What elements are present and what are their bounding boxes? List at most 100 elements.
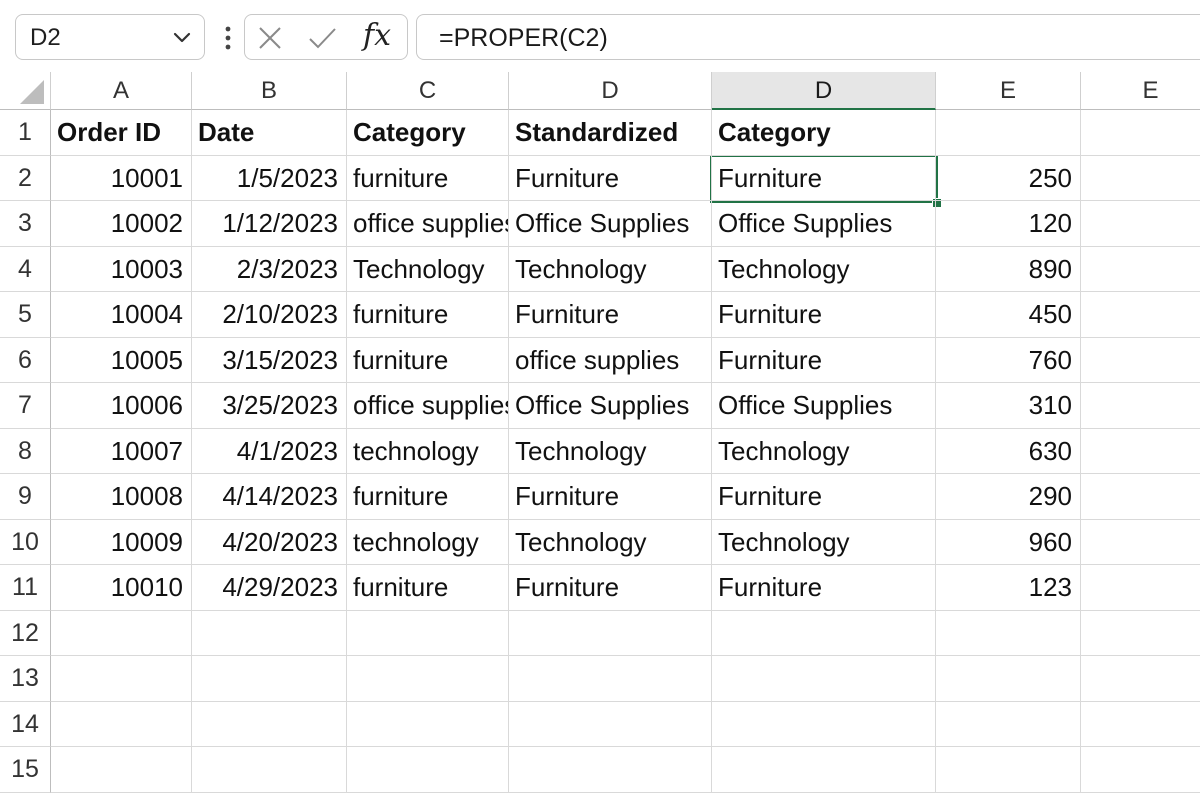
cell[interactable]: Office Supplies [509, 383, 712, 429]
row-header[interactable]: 5 [0, 292, 51, 338]
cell[interactable] [936, 110, 1081, 156]
cell[interactable] [509, 610, 712, 656]
cell[interactable]: Standardized [509, 110, 712, 156]
cell[interactable] [51, 747, 192, 793]
cell[interactable] [192, 610, 347, 656]
row-header[interactable]: 3 [0, 201, 51, 247]
cell[interactable]: Furniture [712, 474, 936, 520]
column-header[interactable]: E [936, 72, 1081, 110]
cell[interactable]: Category [347, 110, 509, 156]
cell[interactable]: Furniture [712, 565, 936, 611]
row-header[interactable]: 2 [0, 155, 51, 201]
cell[interactable]: 1/12/2023 [192, 201, 347, 247]
cell[interactable] [51, 656, 192, 702]
cell[interactable]: furniture [347, 155, 509, 201]
cell[interactable]: 4/20/2023 [192, 519, 347, 565]
cell[interactable] [347, 701, 509, 747]
cell[interactable] [712, 747, 936, 793]
cell[interactable]: Technology [712, 519, 936, 565]
vertical-dots-icon[interactable] [218, 24, 238, 52]
cell[interactable] [1081, 565, 1200, 611]
cell[interactable]: 10005 [51, 337, 192, 383]
cell[interactable]: 760 [936, 337, 1081, 383]
cell[interactable] [712, 656, 936, 702]
cell[interactable]: Technology [509, 428, 712, 474]
row-header[interactable]: 1 [0, 110, 51, 156]
cell[interactable]: 3/25/2023 [192, 383, 347, 429]
cell[interactable]: 4/29/2023 [192, 565, 347, 611]
cell[interactable] [509, 656, 712, 702]
cell[interactable]: 4/14/2023 [192, 474, 347, 520]
check-icon[interactable] [307, 23, 337, 53]
cell[interactable]: office supplies [347, 383, 509, 429]
row-header[interactable]: 7 [0, 383, 51, 429]
cell[interactable] [1081, 247, 1200, 292]
cell[interactable] [1081, 201, 1200, 247]
column-header[interactable]: A [51, 72, 192, 110]
cell[interactable]: Technology [712, 428, 936, 474]
row-header[interactable]: 6 [0, 337, 51, 383]
cell[interactable] [1081, 611, 1200, 656]
cell[interactable] [1081, 474, 1200, 520]
cell[interactable]: Furniture [712, 337, 936, 383]
cell[interactable]: Office Supplies [509, 201, 712, 247]
cell[interactable]: Office Supplies [712, 201, 936, 247]
row-header[interactable]: 8 [0, 428, 51, 474]
row-header[interactable]: 9 [0, 474, 51, 520]
cell[interactable] [1081, 429, 1200, 474]
cell[interactable]: Technology [509, 246, 712, 292]
cell[interactable] [712, 610, 936, 656]
cell[interactable]: 890 [936, 246, 1081, 292]
cell[interactable]: 120 [936, 201, 1081, 247]
cell[interactable] [509, 701, 712, 747]
cell[interactable]: 310 [936, 383, 1081, 429]
row-header[interactable]: 12 [0, 610, 51, 656]
cell[interactable] [51, 610, 192, 656]
cell[interactable]: Furniture [712, 292, 936, 338]
cell[interactable]: 960 [936, 519, 1081, 565]
cell[interactable]: 10007 [51, 428, 192, 474]
cell[interactable]: 10006 [51, 383, 192, 429]
row-header[interactable]: 10 [0, 519, 51, 565]
row-header[interactable]: 11 [0, 565, 51, 611]
name-box[interactable]: D2 [15, 14, 205, 60]
cell[interactable]: 10008 [51, 474, 192, 520]
cell[interactable]: Office Supplies [712, 383, 936, 429]
column-header[interactable]: B [192, 72, 347, 110]
cell[interactable] [51, 701, 192, 747]
cell[interactable]: furniture [347, 292, 509, 338]
column-header[interactable]: E [1081, 72, 1200, 110]
cell[interactable]: office supplies [347, 201, 509, 247]
column-header[interactable]: C [347, 72, 509, 110]
cell[interactable] [712, 701, 936, 747]
cell[interactable]: 10002 [51, 201, 192, 247]
cell[interactable]: furniture [347, 474, 509, 520]
row-header[interactable]: 4 [0, 246, 51, 292]
cell[interactable] [936, 747, 1081, 793]
cell[interactable]: office supplies [509, 337, 712, 383]
column-header[interactable]: D [712, 72, 936, 110]
cell[interactable]: Technology [509, 519, 712, 565]
cell[interactable]: Order ID [51, 110, 192, 156]
cell[interactable]: 4/1/2023 [192, 428, 347, 474]
cell[interactable]: technology [347, 428, 509, 474]
cell[interactable]: 290 [936, 474, 1081, 520]
x-icon[interactable] [255, 23, 285, 53]
cell[interactable] [936, 701, 1081, 747]
cell[interactable] [1081, 747, 1200, 793]
cell[interactable] [347, 610, 509, 656]
row-header[interactable]: 13 [0, 656, 51, 702]
cell[interactable]: 10010 [51, 565, 192, 611]
cell[interactable]: furniture [347, 337, 509, 383]
cell[interactable]: Date [192, 110, 347, 156]
cell[interactable]: Furniture [509, 155, 712, 201]
cell[interactable] [1081, 520, 1200, 565]
cell[interactable]: 1/5/2023 [192, 155, 347, 201]
cell[interactable] [1081, 110, 1200, 156]
cell[interactable]: 250 [936, 155, 1081, 201]
cell[interactable] [1081, 156, 1200, 201]
column-header[interactable]: D [509, 72, 712, 110]
cell[interactable]: 450 [936, 292, 1081, 338]
cell[interactable]: 2/3/2023 [192, 246, 347, 292]
cell[interactable] [347, 656, 509, 702]
